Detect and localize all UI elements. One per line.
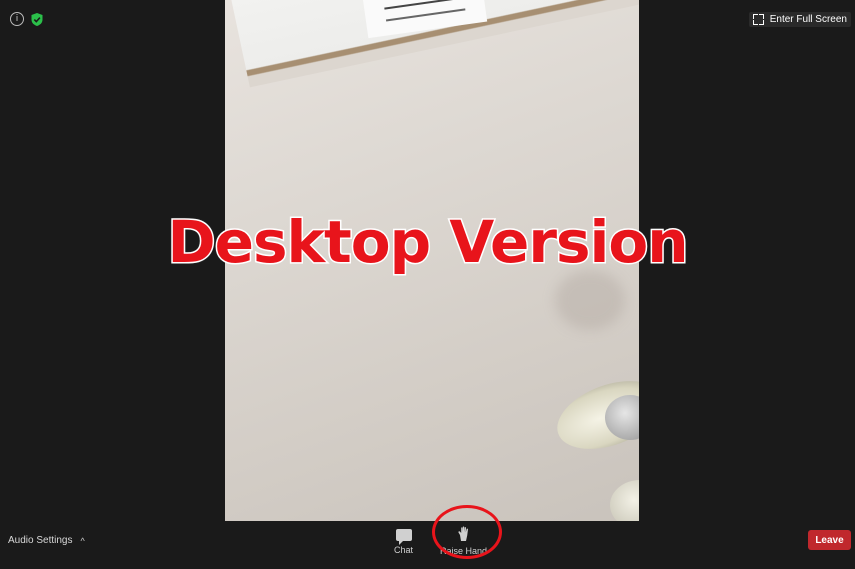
video-area: i Enter Full Screen Desktop Version bbox=[0, 0, 855, 521]
info-icon[interactable]: i bbox=[10, 12, 24, 26]
leave-button[interactable]: Leave bbox=[808, 530, 851, 550]
lamp-shade-lower bbox=[610, 480, 639, 521]
meeting-window: i Enter Full Screen Desktop Version Audi… bbox=[0, 0, 855, 569]
enter-full-screen-label: Enter Full Screen bbox=[769, 14, 847, 25]
fullscreen-icon bbox=[752, 14, 764, 25]
overlay-title: Desktop Version bbox=[166, 207, 690, 278]
chat-label: Chat bbox=[394, 545, 414, 555]
enter-full-screen-button[interactable]: Enter Full Screen bbox=[748, 12, 851, 27]
chat-button[interactable]: Chat bbox=[394, 526, 413, 555]
meeting-status-icons: i bbox=[10, 12, 44, 27]
caret-up-icon[interactable]: ^ bbox=[81, 536, 85, 546]
wall-shadow bbox=[555, 270, 625, 330]
raise-hand-highlight-ring bbox=[432, 505, 502, 559]
audio-settings-label: Audio Settings bbox=[8, 535, 73, 546]
audio-settings-button[interactable]: Audio Settings ^ bbox=[8, 535, 85, 546]
meeting-toolbar: Audio Settings ^ Chat Raise Hand Leave bbox=[0, 521, 855, 569]
shield-icon[interactable] bbox=[30, 12, 44, 27]
chat-icon bbox=[395, 529, 412, 545]
